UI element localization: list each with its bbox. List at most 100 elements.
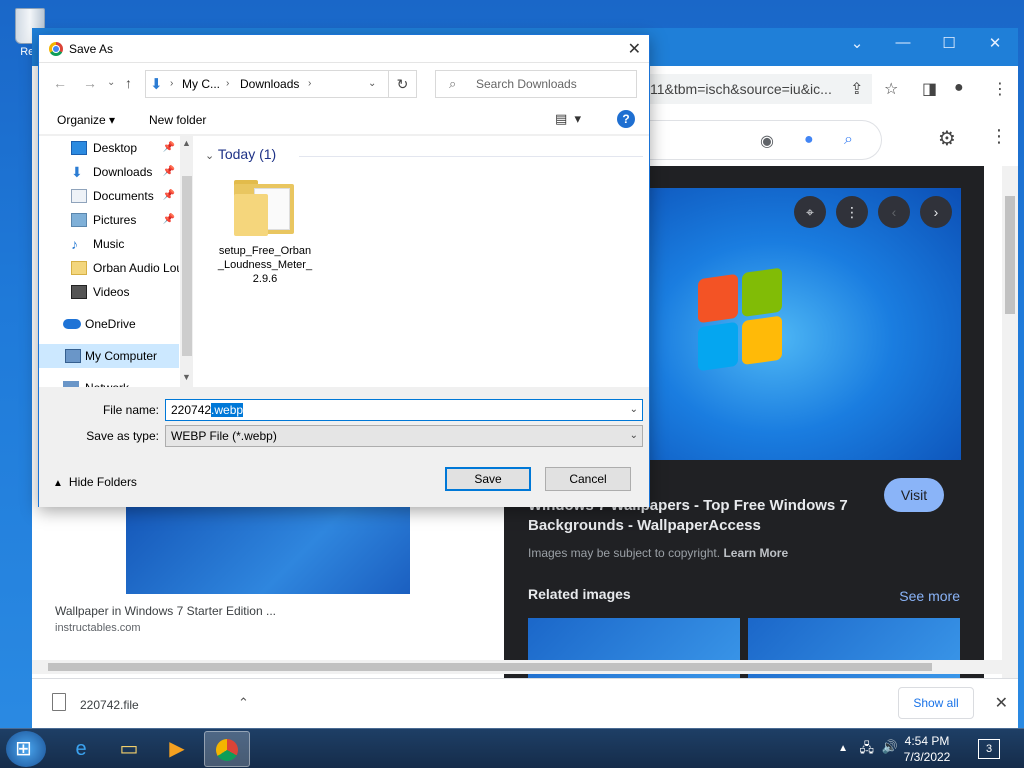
nav-scrollbar[interactable]: ▲ ▼ (180, 136, 193, 387)
nav-item-videos[interactable]: Videos (39, 280, 179, 304)
nav-item-label: Videos (93, 285, 130, 299)
nav-item-network[interactable]: Network (39, 376, 179, 387)
breadcrumb-sep-icon: › (170, 78, 174, 89)
chrome-taskbar-icon[interactable] (204, 731, 250, 767)
up-arrow-icon[interactable]: ↑ (125, 75, 132, 91)
share-icon[interactable]: ⇪ (850, 79, 863, 99)
next-arrow-icon[interactable]: › (920, 196, 952, 228)
google-search-box[interactable]: ◉ ● ⌕ (632, 120, 882, 160)
bookmark-star-icon[interactable]: ☆ (884, 79, 898, 99)
scroll-up-icon[interactable]: ▲ (182, 138, 191, 148)
maximize-button[interactable]: ☐ (926, 34, 972, 52)
file-explorer-icon[interactable]: ▭ (106, 731, 152, 767)
camera-icon[interactable]: ◉ (760, 131, 774, 151)
scrollbar-thumb[interactable] (48, 663, 932, 671)
show-hidden-icons[interactable]: ▲ (838, 743, 848, 754)
chevron-down-icon[interactable]: ⌄ (630, 400, 638, 420)
address-row: ← → ⌄ ↑ ⬇ › My C... › Downloads › ⌄ ↻ Se… (39, 63, 649, 105)
nav-item-onedrive[interactable]: OneDrive (39, 312, 179, 336)
scrollbar-thumb[interactable] (182, 176, 192, 356)
menu-icon[interactable]: ⋮ (992, 79, 1008, 99)
related-images-heading: Related images (528, 586, 631, 602)
preview-image[interactable] (648, 188, 961, 460)
result-thumbnail[interactable] (126, 506, 410, 594)
nav-item-documents[interactable]: Documents 📌 (39, 184, 179, 208)
hide-folders-toggle[interactable]: ▲ Hide Folders (53, 475, 137, 489)
internet-explorer-icon[interactable]: e (58, 731, 104, 767)
help-icon[interactable]: ? (617, 110, 635, 128)
save-as-type-select[interactable]: WEBP File (*.webp) ⌄ (165, 425, 643, 447)
breadcrumb-sep-icon: › (226, 78, 230, 89)
address-bar[interactable]: 11&tbm=isch&source=iu&ic... (632, 74, 872, 104)
file-item[interactable]: setup_Free_Orban_Loudness_Meter_2.9.6 (217, 180, 313, 286)
related-thumbnail[interactable] (528, 618, 740, 686)
settings-gear-icon[interactable]: ⚙ (938, 126, 956, 151)
view-options-icon[interactable]: ▤ ▾ (555, 111, 581, 127)
nav-item-music[interactable]: ♪ Music (39, 232, 179, 256)
scroll-down-icon[interactable]: ▼ (182, 372, 191, 382)
hide-folders-label: Hide Folders (68, 475, 137, 489)
back-arrow-icon[interactable]: ← (53, 75, 67, 91)
folder-icon (234, 180, 296, 236)
save-button[interactable]: Save (445, 467, 531, 491)
search-input[interactable]: Search Downloads (435, 70, 637, 98)
apps-grid-icon[interactable]: ⋮ (990, 126, 1008, 147)
group-header[interactable]: ⌄ Today (1) (205, 146, 276, 162)
new-folder-button[interactable]: New folder (149, 113, 206, 127)
close-button[interactable]: ✕ (972, 34, 1018, 52)
chevron-down-icon[interactable]: ⌄ (630, 426, 638, 446)
clock-time: 4:54 PM (904, 734, 950, 748)
clock-date: 7/3/2022 (903, 750, 951, 764)
page-scrollbar[interactable] (1002, 166, 1018, 686)
scrollbar-thumb[interactable] (1005, 196, 1015, 314)
network-status-icon[interactable]: 🖧 (860, 739, 875, 761)
see-more-link[interactable]: See more (899, 588, 960, 604)
media-player-icon[interactable]: ▶ (154, 731, 200, 767)
breadcrumb[interactable]: ⬇ › My C... › Downloads › ⌄ (145, 70, 389, 98)
horizontal-scrollbar[interactable] (32, 660, 1002, 674)
download-file-name[interactable]: 220742.file (80, 698, 139, 712)
organize-menu[interactable]: Organize ▾ (57, 113, 115, 127)
nav-item-downloads[interactable]: ⬇ Downloads 📌 (39, 160, 179, 184)
related-thumbnail[interactable] (748, 618, 960, 686)
chevron-up-icon[interactable]: ⌃ (238, 695, 249, 711)
clock[interactable]: 4:54 PM 7/3/2022 (892, 733, 962, 765)
breadcrumb-item[interactable]: Downloads (240, 77, 299, 91)
tab-search-icon[interactable]: ⌄ (834, 34, 880, 52)
nav-item-my-computer[interactable]: My Computer (39, 344, 179, 368)
start-button[interactable] (6, 731, 46, 767)
forward-arrow-icon[interactable]: → (83, 75, 97, 91)
nav-item-desktop[interactable]: Desktop 📌 (39, 136, 179, 160)
profile-icon[interactable]: ● (954, 79, 964, 97)
refresh-icon[interactable]: ↻ (389, 70, 417, 98)
show-all-button[interactable]: Show all (898, 687, 974, 719)
learn-more-link[interactable]: Learn More (723, 546, 788, 560)
music-icon: ♪ (71, 236, 78, 252)
cancel-button[interactable]: Cancel (545, 467, 631, 491)
result-caption[interactable]: Wallpaper in Windows 7 Starter Edition .… (55, 604, 276, 618)
minimize-button[interactable]: — (880, 34, 926, 52)
dialog-body: Desktop 📌 ⬇ Downloads 📌 Documents 📌 Pict… (39, 136, 649, 387)
nav-item-label: Pictures (93, 213, 137, 227)
dialog-close-icon[interactable]: ✕ (628, 39, 641, 59)
chevron-down-icon[interactable]: ⌄ (368, 78, 376, 89)
recent-locations-icon[interactable]: ⌄ (107, 77, 115, 88)
group-header-label: Today (1) (217, 146, 277, 162)
file-name-label: File name: (102, 403, 159, 417)
notification-center-icon[interactable]: 3 (978, 739, 1000, 759)
file-name-field[interactable]: 220742.webp ⌄ (165, 399, 643, 421)
group-divider (299, 156, 643, 157)
lens-icon[interactable]: ⌖ (794, 196, 826, 228)
visit-button[interactable]: Visit (884, 478, 944, 512)
close-icon[interactable]: ✕ (995, 693, 1008, 713)
nav-item-orban-audio[interactable]: Orban Audio Lou (39, 256, 179, 280)
side-panel-icon[interactable]: ◨ (922, 79, 937, 99)
search-icon[interactable]: ⌕ (844, 131, 853, 149)
file-icon (52, 693, 66, 711)
prev-arrow-icon[interactable]: ‹ (878, 196, 910, 228)
more-options-icon[interactable]: ⋮ (836, 196, 868, 228)
mic-icon[interactable]: ● (804, 131, 814, 149)
breadcrumb-item[interactable]: My C... (182, 77, 220, 91)
nav-item-pictures[interactable]: Pictures 📌 (39, 208, 179, 232)
save-as-type-value: WEBP File (*.webp) (171, 429, 277, 443)
